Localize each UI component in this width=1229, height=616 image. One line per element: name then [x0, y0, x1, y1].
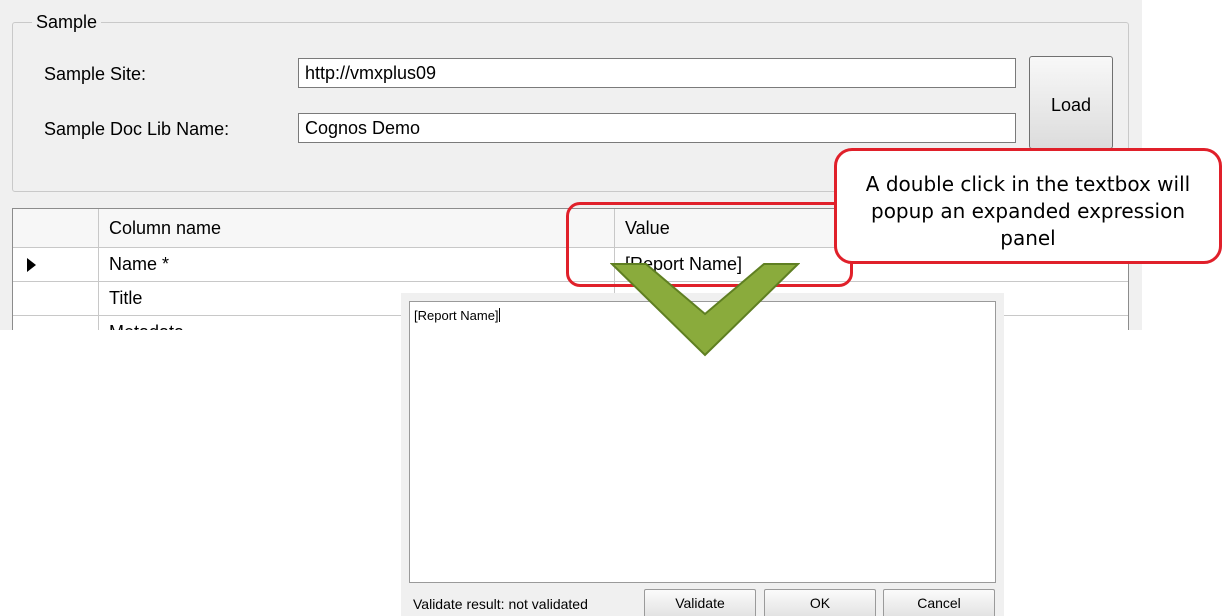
callout-box: A double click in the textbox will popup…	[834, 148, 1222, 264]
ok-button[interactable]: OK	[764, 589, 876, 616]
editor-text: [Report Name]	[414, 308, 499, 323]
row-header-corner	[13, 209, 99, 247]
load-button[interactable]: Load	[1029, 56, 1113, 149]
text-caret	[498, 308, 500, 322]
validate-status: Validate result: not validated	[413, 596, 588, 612]
row-selector[interactable]	[13, 316, 99, 330]
cell-column-name[interactable]: Name *	[99, 248, 615, 281]
column-header-name[interactable]: Column name	[99, 209, 615, 247]
callout-text: A double click in the textbox will popup…	[865, 172, 1191, 250]
validate-button[interactable]: Validate	[644, 589, 756, 616]
sample-site-label: Sample Site:	[44, 64, 147, 84]
sample-doclib-label: Sample Doc Lib Name:	[44, 119, 230, 139]
sample-group-title: Sample	[32, 10, 102, 34]
row-selector[interactable]	[13, 248, 99, 281]
arrow-shape	[610, 263, 800, 357]
cancel-button[interactable]: Cancel	[883, 589, 995, 616]
sample-doclib-input[interactable]: Cognos Demo	[298, 113, 1016, 143]
row-pointer-icon	[27, 257, 36, 272]
row-selector[interactable]	[13, 282, 99, 315]
chevron-down-icon	[610, 263, 800, 357]
sample-site-input[interactable]: http://vmxplus09	[298, 58, 1016, 88]
